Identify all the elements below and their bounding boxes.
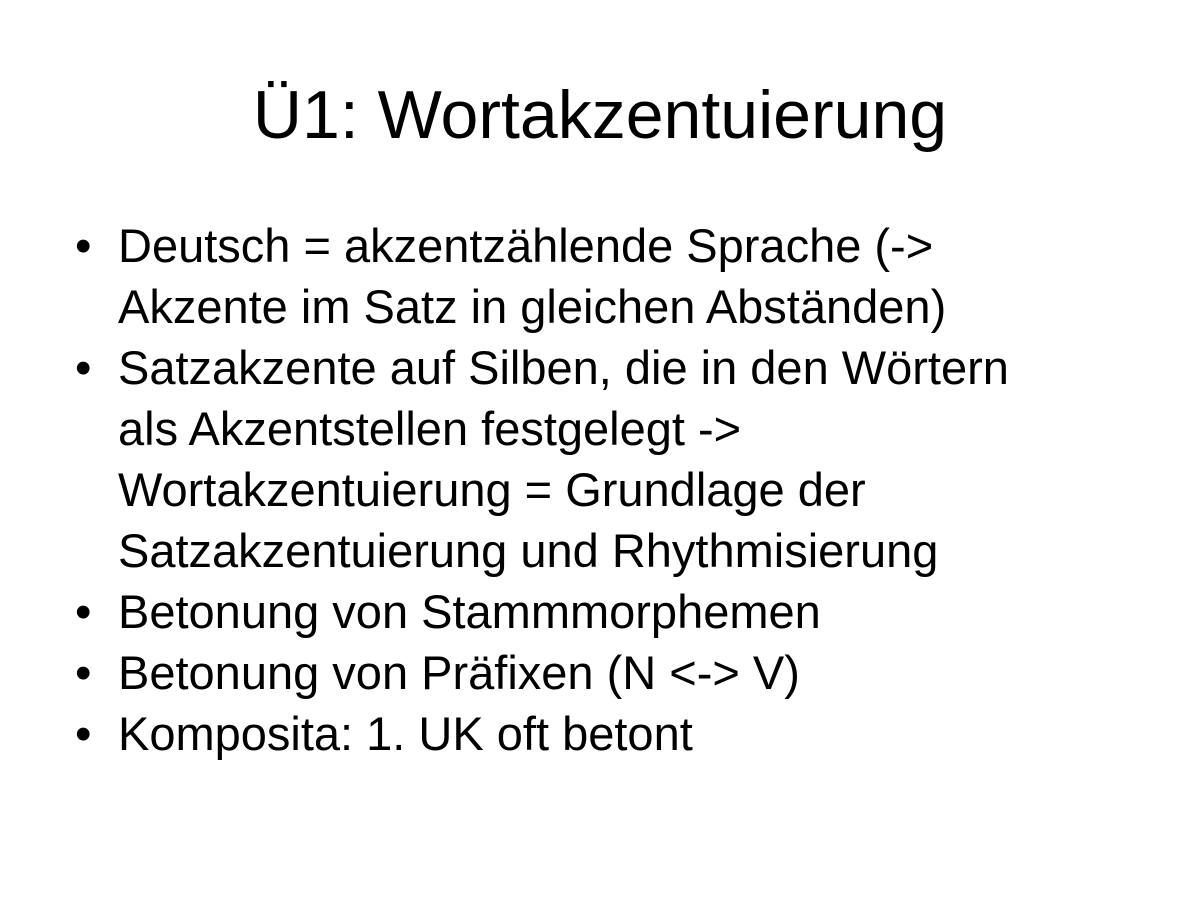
bullet-line: Deutsch = akzentzählende Sprache (-> <box>118 219 934 272</box>
bullet-item: • Betonung von Stammmorphemen <box>75 581 1165 642</box>
bullet-dot-icon: • <box>75 341 92 394</box>
bullet-line: Betonung von Präfixen (N <-> V) <box>118 646 800 699</box>
slide-title: Ü1: Wortakzentuierung <box>252 77 948 153</box>
bullet-dot-icon: • <box>75 707 92 760</box>
bullet-item: • Betonung von Präfixen (N <-> V) <box>75 642 1165 703</box>
bullet-line: Satzakzente auf Silben, die in den Wörte… <box>118 341 1009 394</box>
bullet-item: • Komposita: 1. UK oft betont <box>75 703 1165 764</box>
bullet-item: • Deutsch = akzentzählende Sprache (-> A… <box>75 215 1165 337</box>
bullet-line: Komposita: 1. UK oft betont <box>118 707 693 760</box>
bullet-line: Betonung von Stammmorphemen <box>118 585 821 638</box>
slide: Ü1: Wortakzentuierung • Deutsch = akzent… <box>0 0 1200 900</box>
bullet-line: Satzakzentuierung und Rhythmisierung <box>118 524 939 577</box>
bullet-item: • Satzakzente auf Silben, die in den Wör… <box>75 337 1165 581</box>
bullet-line: als Akzentstellen festgelegt -> <box>118 402 742 455</box>
bullet-line: Akzente im Satz in gleichen Abständen) <box>118 280 947 333</box>
bullet-dot-icon: • <box>75 646 92 699</box>
bullet-dot-icon: • <box>75 219 92 272</box>
bullet-dot-icon: • <box>75 585 92 638</box>
bullet-line: Wortakzentuierung = Grundlage der <box>118 463 866 516</box>
bullet-list: • Deutsch = akzentzählende Sprache (-> A… <box>75 215 1165 764</box>
